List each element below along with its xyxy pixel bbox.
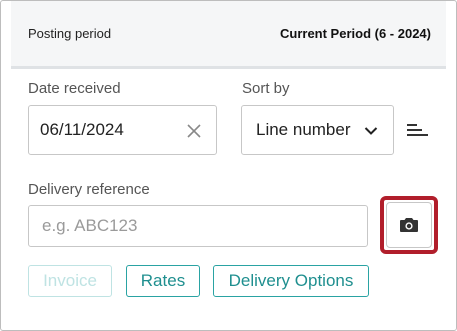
posting-period-value: Current Period (6 - 2024) [280,26,431,41]
invoice-button[interactable]: Invoice [28,265,112,297]
date-received-label: Date received [28,80,121,97]
chevron-down-icon [363,123,379,139]
posting-period-header: Posting period Current Period (6 - 2024) [11,1,446,69]
delivery-reference-label: Delivery reference [28,181,150,198]
date-received-value: 06/11/2024 [40,120,124,139]
sort-by-select[interactable]: Line number [241,105,394,155]
posting-period-label: Posting period [28,26,112,41]
close-icon[interactable] [186,123,202,139]
rates-button[interactable]: Rates [126,265,200,297]
sort-by-value: Line number [256,120,351,139]
sort-by-label: Sort by [242,80,290,97]
delivery-panel: Posting period Current Period (6 - 2024)… [0,0,457,331]
delivery-reference-input[interactable]: e.g. ABC123 [28,205,368,247]
camera-button[interactable] [386,202,432,248]
sort-lines-icon[interactable] [405,120,431,140]
date-received-input[interactable]: 06/11/2024 [28,105,217,155]
delivery-reference-placeholder: e.g. ABC123 [42,216,138,235]
camera-icon [399,217,419,233]
delivery-options-button[interactable]: Delivery Options [213,265,369,297]
